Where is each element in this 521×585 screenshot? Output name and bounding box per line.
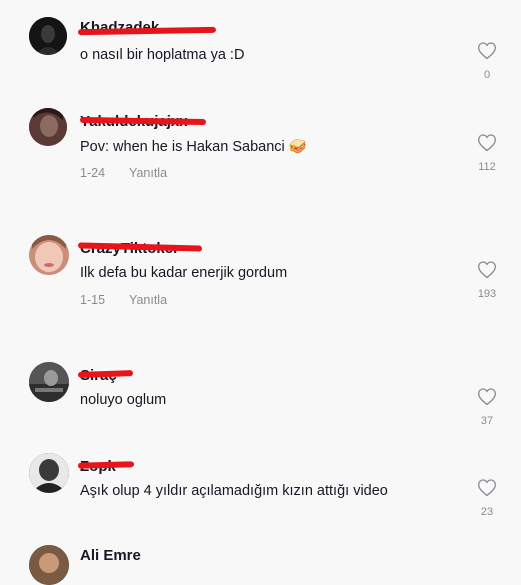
username-redaction	[77, 461, 135, 469]
comment-text: Aşık olup 4 yıldır açılamadığım kızın at…	[80, 483, 388, 499]
heart-outline-icon	[477, 261, 497, 279]
like-count: 112	[478, 161, 496, 173]
heart-outline-icon	[477, 479, 497, 497]
username-redaction	[77, 370, 134, 378]
comment-text: Pov: when he is Hakan Sabanci 🥪	[80, 138, 307, 155]
like-button[interactable]: 112	[476, 133, 498, 173]
like-count: 37	[480, 415, 494, 427]
comment-text: o nasıl bir hoplatma ya :D	[80, 47, 245, 63]
like-count: 23	[480, 506, 494, 518]
sandwich-emoji-icon: 🥪	[288, 139, 307, 155]
comment-text-body: Pov: when he is Hakan Sabanci	[80, 139, 285, 155]
like-count: 193	[477, 288, 497, 300]
comment-text: Ilk defa bu kadar enerjik gordum	[80, 265, 288, 281]
like-count: 0	[483, 69, 491, 81]
avatar[interactable]	[29, 362, 69, 402]
reply-button[interactable]: Yanıtla	[129, 166, 167, 180]
like-button[interactable]: 23	[476, 478, 498, 518]
username-redaction	[77, 26, 217, 36]
like-button[interactable]: 0	[476, 41, 498, 81]
like-button[interactable]: 37	[476, 387, 498, 427]
avatar[interactable]	[29, 453, 69, 493]
reply-button[interactable]: Yanıtla	[129, 293, 167, 307]
avatar[interactable]	[29, 108, 67, 146]
comment-text: noluyo oglum	[80, 392, 167, 408]
comment-date: 1-24	[80, 166, 106, 180]
heart-outline-icon	[477, 42, 497, 60]
avatar[interactable]	[29, 545, 69, 585]
comment-username[interactable]: Ali Emre	[80, 547, 141, 564]
like-button[interactable]: 193	[476, 260, 498, 300]
comment-date: 1-15	[80, 293, 106, 307]
avatar[interactable]	[29, 17, 67, 55]
comment-meta: 1-24 Yanıtla	[80, 166, 167, 180]
avatar[interactable]	[29, 235, 69, 275]
heart-outline-icon	[477, 134, 497, 152]
heart-outline-icon	[477, 388, 497, 406]
comment-meta: 1-15 Yanıtla	[80, 293, 167, 307]
